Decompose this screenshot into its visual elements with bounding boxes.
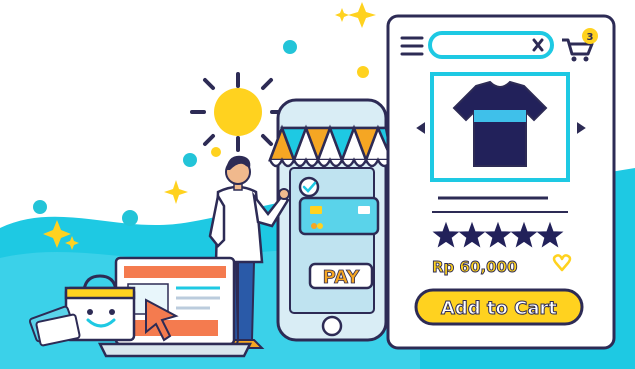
check-icon [298, 176, 320, 198]
sun-icon [190, 72, 286, 152]
credit-card [298, 196, 380, 236]
search-input[interactable] [428, 31, 554, 59]
decor-dot [357, 66, 369, 78]
price: Rp 60,000 [432, 258, 517, 276]
shop-awning [268, 124, 394, 168]
decor-dot [283, 40, 297, 54]
add-to-cart-label: Add to Cart [441, 298, 557, 319]
product-panel: 3 Rp 60,000 Add to Cart [386, 14, 616, 350]
ecommerce-scene: PAY 3 Rp 60,000 Add to Cart [0, 2, 635, 369]
decor-dot [183, 153, 197, 167]
illustration: PAY 3 Rp 60,000 Add to Cart [0, 0, 635, 369]
decor-dot [122, 210, 138, 226]
home-button[interactable] [321, 315, 343, 337]
pay-button-label: PAY [323, 267, 361, 288]
laptop-base [97, 342, 253, 358]
add-to-cart-button[interactable]: Add to Cart [414, 288, 584, 326]
pay-button[interactable]: PAY [308, 262, 374, 290]
phone: PAY [268, 98, 394, 342]
cart-badge-count: 3 [587, 32, 594, 43]
decor-dot [33, 200, 47, 214]
decor-dot [211, 147, 221, 157]
